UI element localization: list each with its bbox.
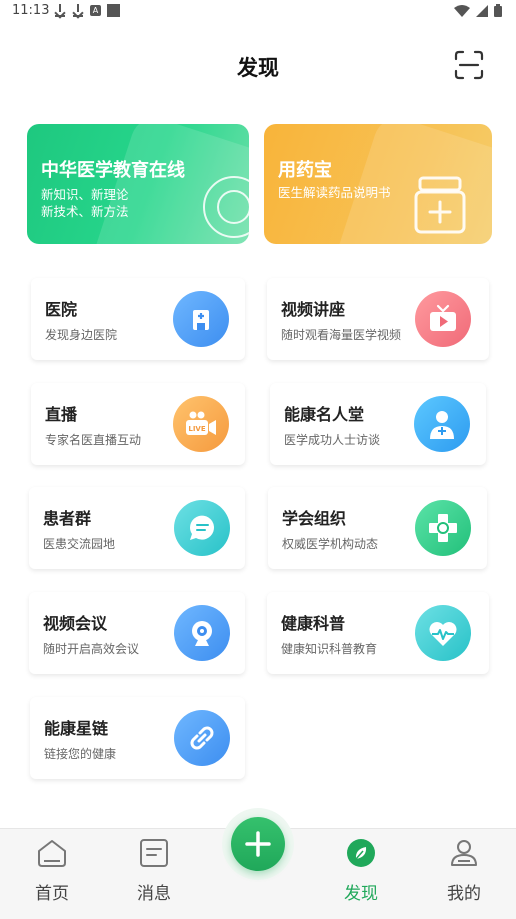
battery-icon (494, 4, 502, 17)
card-subtitle: 随时观看海量医学视频 (281, 328, 402, 342)
tab-messages[interactable]: 消息 (114, 829, 194, 919)
card-video-meeting[interactable]: 视频会议 随时开启高效会议 (29, 592, 245, 674)
hospital-icon (173, 291, 229, 347)
card-health-science[interactable]: 健康科普 健康知识科普教育 (267, 592, 489, 674)
discover-leaf-icon (347, 839, 375, 867)
tab-label: 首页 (35, 884, 69, 904)
card-video-lecture[interactable]: 视频讲座 随时观看海量医学视频 (267, 278, 489, 360)
live-camera-icon: LIVE (173, 396, 229, 452)
tab-home[interactable]: 首页 (12, 829, 92, 919)
card-title: 健康科普 (281, 614, 346, 633)
banner-medical-education[interactable]: 中华医学教育在线 新知识、新理论 新技术、新方法 (27, 124, 249, 244)
tv-play-icon (415, 291, 471, 347)
scan-icon[interactable] (454, 50, 484, 80)
card-subtitle: 随时开启高效会议 (43, 642, 140, 656)
wifi-icon (454, 4, 470, 17)
signal-icon (476, 4, 488, 17)
notification-icons: A (54, 3, 120, 17)
status-bar: 11:13 A (0, 0, 516, 24)
tab-label: 发现 (344, 884, 378, 904)
card-associations[interactable]: 学会组织 权威医学机构动态 (268, 487, 487, 569)
card-hall-of-fame[interactable]: 能康名人堂 医学成功人士访谈 (270, 383, 486, 465)
heartbeat-icon (415, 605, 471, 661)
add-button[interactable] (231, 817, 285, 871)
card-subtitle: 健康知识科普教育 (281, 642, 378, 656)
medical-cross-icon (415, 500, 471, 556)
status-time: 11:13 (12, 3, 50, 18)
card-title: 直播 (45, 405, 78, 424)
card-title: 医院 (45, 300, 78, 319)
card-title: 患者群 (43, 509, 92, 528)
message-icon (140, 839, 168, 867)
card-subtitle: 医学成功人士访谈 (284, 433, 381, 447)
page-title: 发现 (237, 56, 279, 80)
card-title: 视频讲座 (281, 300, 346, 319)
plus-icon (245, 831, 271, 857)
banner-title: 中华医学教育在线 (41, 160, 185, 181)
svg-text:LIVE: LIVE (188, 425, 205, 433)
tab-discover[interactable]: 发现 (321, 829, 401, 919)
card-subtitle: 发现身边医院 (45, 328, 118, 342)
profile-icon (451, 840, 477, 866)
card-health-link[interactable]: 能康星链 链接您的健康 (30, 697, 245, 779)
card-title: 能康名人堂 (284, 405, 365, 424)
card-title: 视频会议 (43, 614, 108, 633)
card-hospital[interactable]: 医院 发现身边医院 (31, 278, 245, 360)
card-live[interactable]: 直播 专家名医直播互动 LIVE (31, 383, 245, 465)
banner-medicine-guide[interactable]: 用药宝 医生解读药品说明书 (264, 124, 492, 244)
download-icon (54, 3, 66, 17)
chat-icon (174, 500, 230, 556)
app-notification-icon (107, 3, 120, 17)
header: 发现 (0, 40, 516, 90)
app-notification-icon: A (90, 4, 101, 16)
card-subtitle: 链接您的健康 (44, 747, 117, 761)
home-icon (38, 840, 66, 867)
link-icon (174, 710, 230, 766)
banner-subtitle: 新技术、新方法 (41, 204, 129, 219)
tab-profile[interactable]: 我的 (424, 829, 504, 919)
webcam-icon (174, 605, 230, 661)
doctor-icon (414, 396, 470, 452)
card-subtitle: 权威医学机构动态 (282, 537, 379, 551)
system-icons (454, 4, 502, 17)
download-icon (72, 3, 84, 17)
card-title: 学会组织 (282, 509, 347, 528)
banner-subtitle: 医生解读药品说明书 (278, 185, 391, 200)
card-patient-group[interactable]: 患者群 医患交流园地 (29, 487, 245, 569)
card-subtitle: 专家名医直播互动 (45, 433, 142, 447)
tab-label: 消息 (137, 884, 171, 904)
medicine-box-icon (414, 176, 466, 234)
card-title: 能康星链 (44, 719, 109, 738)
banner-title: 用药宝 (278, 160, 332, 181)
tab-label: 我的 (447, 884, 481, 904)
card-subtitle: 医患交流园地 (43, 537, 116, 551)
